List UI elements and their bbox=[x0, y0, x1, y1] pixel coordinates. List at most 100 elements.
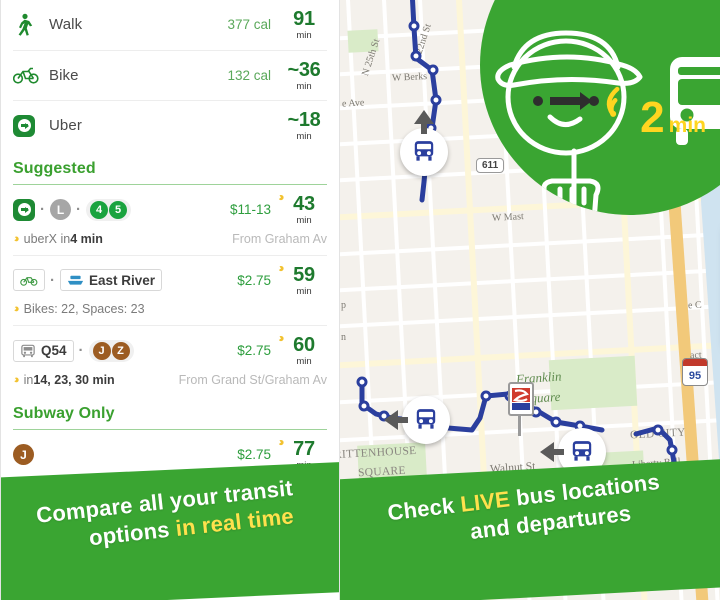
map-street-label: e Ave bbox=[341, 97, 365, 110]
bus-route-number: Q54 bbox=[41, 343, 67, 359]
right-promo-banner: Check LIVE bus locations and departures bbox=[340, 459, 720, 600]
calories-value: 132 cal bbox=[227, 67, 271, 83]
eta-block: 91 min bbox=[281, 9, 327, 41]
subway-line-badge-l: L bbox=[50, 199, 71, 221]
map-street-label: p bbox=[341, 300, 346, 311]
eta-unit: min bbox=[296, 215, 312, 226]
route-shield-i95: 95 bbox=[682, 358, 708, 386]
badge-separator: · bbox=[50, 271, 55, 289]
route-option-uber-l-45[interactable]: · L · 4 5 $11-13 ◕ 43 min ◕ uberX in 4 m… bbox=[10, 185, 327, 256]
quick-option-label: Bike bbox=[49, 66, 79, 84]
eta-block: ◕ 59 min bbox=[274, 260, 327, 297]
eta-value: 77 bbox=[293, 438, 315, 460]
subline-text: Bikes: 22, Spaces: 23 bbox=[23, 302, 145, 316]
calories-value: 377 cal bbox=[227, 17, 271, 33]
live-eta-unit: min bbox=[668, 114, 706, 137]
live-wifi-icon: ◕ bbox=[10, 231, 23, 246]
eta-block: ~36 min bbox=[281, 60, 327, 92]
live-bus-map-screen[interactable]: N 25th St N 22nd St W Berks e Ave W Mast… bbox=[340, 0, 720, 600]
walk-icon bbox=[13, 13, 49, 37]
route-badges: · L · 4 5 bbox=[13, 198, 230, 221]
bike-icon bbox=[20, 277, 38, 287]
subway-line-badge-z: Z bbox=[111, 341, 130, 360]
transit-options-screen: Walk 377 cal 91 min Bike 132 cal ~36 min… bbox=[0, 0, 340, 600]
quick-option-label: Uber bbox=[49, 117, 82, 135]
eta-value: 60 bbox=[293, 334, 315, 356]
eta-unit: min bbox=[296, 131, 312, 142]
route-metrics: $11-13 ◕ 43 min bbox=[230, 189, 327, 226]
bus-icon bbox=[416, 409, 436, 429]
ferry-icon bbox=[67, 276, 84, 285]
subway-line-badge-j: J bbox=[13, 444, 34, 466]
subline-bold: 4 min bbox=[70, 231, 103, 246]
live-wifi-icon: ◕ bbox=[10, 302, 23, 316]
eta-value: 59 bbox=[293, 263, 315, 286]
route-subline: ◕ uberX in 4 min From Graham Av bbox=[10, 231, 327, 246]
subway-line-badge-5: 5 bbox=[109, 200, 127, 219]
banner-line-1-highlight: LIVE bbox=[459, 486, 512, 517]
route-option-bike-ferry[interactable]: · East River $2.75 ◕ 59 min ◕ Bikes: 22,… bbox=[10, 256, 327, 326]
quick-option-uber[interactable]: Uber ~18 min bbox=[13, 101, 327, 151]
route-option-q54-jz[interactable]: Q54 · J Z $2.75 ◕ 60 min ◕ in 14, 23, 30… bbox=[10, 326, 327, 396]
map-street-label: n bbox=[341, 332, 346, 343]
eta-unit: min bbox=[296, 30, 312, 41]
route-subline-left: ◕ Bikes: 22, Spaces: 23 bbox=[10, 302, 145, 316]
eta-value: ~36 bbox=[287, 58, 321, 81]
live-wifi-icon: ◕ bbox=[273, 189, 288, 205]
bus-icon bbox=[414, 141, 434, 161]
badge-separator: · bbox=[76, 201, 81, 219]
septa-sign-post bbox=[518, 414, 521, 436]
bus-heading-arrow-west bbox=[384, 410, 408, 430]
route-metrics: $2.75 ◕ 60 min bbox=[237, 330, 327, 367]
right-promo-banner-text: Check LIVE bus locations and departures bbox=[340, 461, 720, 562]
route-badges: · East River bbox=[13, 269, 237, 292]
subline-text: uberX in bbox=[23, 231, 71, 246]
route-origin: From Graham Av bbox=[232, 231, 327, 246]
live-wifi-icon: ◕ bbox=[10, 372, 23, 387]
bus-badge-box: Q54 bbox=[13, 339, 74, 362]
uber-icon bbox=[13, 198, 35, 221]
live-eta-value: 2 bbox=[640, 93, 665, 142]
quick-option-bike[interactable]: Bike 132 cal ~36 min bbox=[13, 51, 327, 101]
route-subline-left: ◕ in 14, 23, 30 min bbox=[10, 372, 115, 387]
eta-unit: min bbox=[296, 356, 312, 367]
septa-sign-icon bbox=[508, 382, 534, 416]
left-promo-banner-text: Compare all your transit options in real… bbox=[1, 469, 339, 562]
badge-separator: · bbox=[40, 201, 45, 219]
eta-block: ~18 min bbox=[281, 110, 327, 142]
route-subline: ◕ Bikes: 22, Spaces: 23 bbox=[10, 302, 327, 316]
route-metrics: $2.75 ◕ 59 min bbox=[237, 260, 327, 297]
eta-value: 43 bbox=[293, 193, 315, 215]
subline-text: in bbox=[23, 372, 34, 387]
quick-option-metrics: 132 cal ~36 min bbox=[227, 60, 327, 92]
uber-icon bbox=[13, 114, 49, 137]
quick-option-metrics: ~18 min bbox=[271, 110, 327, 142]
quick-option-metrics: 377 cal 91 min bbox=[227, 9, 327, 41]
price-value: $2.75 bbox=[237, 447, 271, 463]
ferry-badge-box: East River bbox=[60, 269, 163, 292]
quick-option-walk[interactable]: Walk 377 cal 91 min bbox=[13, 0, 327, 51]
route-origin: From Grand St/Graham Av bbox=[178, 372, 327, 387]
live-wifi-icon: ◕ bbox=[273, 259, 288, 276]
bike-badge-box bbox=[13, 269, 45, 292]
bus-heading-arrow-north bbox=[414, 110, 434, 134]
live-wifi-icon: ◕ bbox=[273, 330, 288, 346]
route-shield-i95-label: 95 bbox=[688, 369, 702, 382]
bus-icon bbox=[21, 344, 35, 357]
eta-value: ~18 bbox=[287, 109, 321, 131]
subway-line-group: J Z bbox=[88, 339, 134, 362]
ferry-name: East River bbox=[89, 272, 156, 288]
eta-unit: min bbox=[296, 80, 312, 92]
quick-option-label: Walk bbox=[49, 16, 83, 34]
live-eta-hero: 2 min bbox=[640, 96, 706, 140]
bus-icon bbox=[572, 441, 592, 461]
left-promo-banner: Compare all your transit options in real… bbox=[1, 461, 339, 600]
subway-line-badge-j: J bbox=[92, 341, 111, 360]
eta-block: ◕ 43 min bbox=[274, 189, 327, 226]
price-value: $2.75 bbox=[237, 272, 271, 288]
map-street-label: W Berks bbox=[391, 71, 428, 84]
route-subline: ◕ in 14, 23, 30 min From Grand St/Graham… bbox=[10, 372, 327, 387]
app-store-screenshot-pair: Walk 377 cal 91 min Bike 132 cal ~36 min… bbox=[0, 0, 720, 600]
eta-unit: min bbox=[296, 285, 312, 297]
subway-line-badge-4: 4 bbox=[90, 200, 108, 219]
